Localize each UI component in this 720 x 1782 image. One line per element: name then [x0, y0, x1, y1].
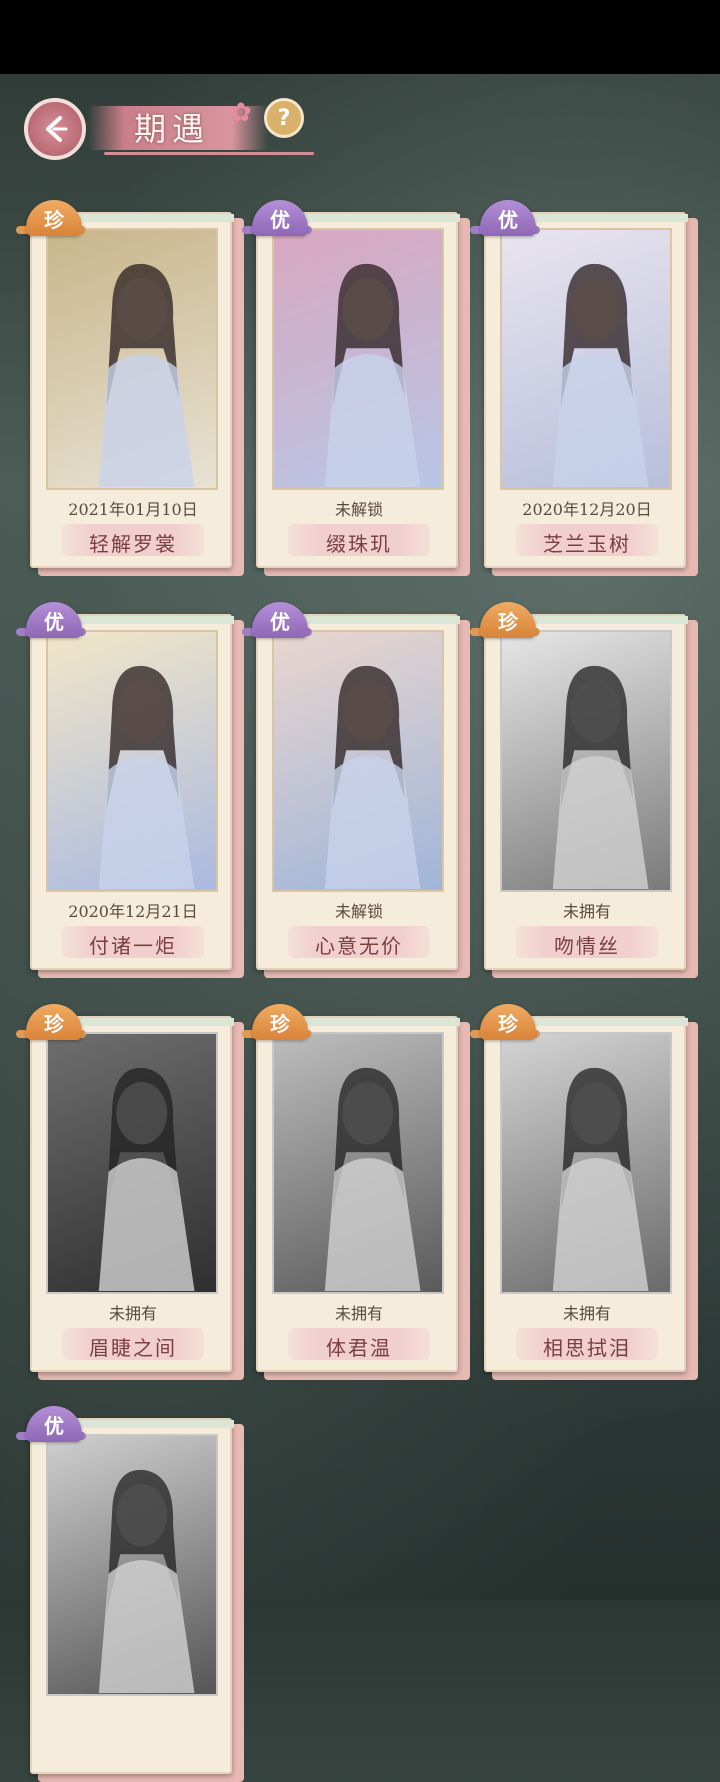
- memory-card[interactable]: 未拥有 眉睫之间珍: [16, 1004, 244, 1380]
- memory-card[interactable]: 未拥有 相思拭泪珍: [470, 1004, 698, 1380]
- rarity-label: 珍: [44, 1012, 64, 1036]
- card-frame: [30, 1418, 234, 1774]
- rarity-badge: 珍: [470, 1004, 546, 1048]
- rarity-badge: 珍: [470, 602, 546, 646]
- card-frame: 未解锁 缀珠玑: [256, 212, 460, 568]
- memory-card[interactable]: 2020年12月21日 付诸一炬优: [16, 602, 244, 978]
- card-artwork: [272, 1032, 444, 1294]
- card-frame: 未拥有 相思拭泪: [484, 1016, 688, 1372]
- card-artwork: [46, 630, 218, 892]
- rarity-badge: 珍: [242, 1004, 318, 1048]
- card-artwork: [272, 228, 444, 490]
- card-status: 未拥有: [108, 1304, 157, 1323]
- character-illustration: [324, 263, 421, 487]
- character-illustration: [324, 665, 421, 889]
- rarity-label: 珍: [44, 208, 64, 232]
- memory-card[interactable]: 未解锁 心意无价优: [242, 602, 470, 978]
- rarity-label: 优: [44, 1414, 64, 1438]
- character-illustration: [98, 263, 195, 487]
- card-artwork: [500, 1032, 672, 1294]
- card-artwork: [500, 228, 672, 490]
- memory-card[interactable]: 优: [16, 1406, 244, 1782]
- title-underline: [104, 152, 314, 155]
- rarity-badge: 优: [470, 200, 546, 244]
- character-illustration: [98, 1469, 195, 1693]
- rarity-label: 珍: [498, 610, 518, 634]
- card-frame: 未拥有 体君温: [256, 1016, 460, 1372]
- back-arrow-icon: [46, 116, 68, 142]
- memory-card[interactable]: 未解锁 缀珠玑优: [242, 200, 470, 576]
- page-title: 期遇: [134, 110, 211, 148]
- rarity-badge: 优: [242, 200, 318, 244]
- status-bar: [0, 0, 720, 74]
- card-name: 轻解罗裳: [89, 532, 177, 556]
- card-name: 眉睫之间: [89, 1336, 177, 1360]
- card-name: 心意无价: [315, 934, 403, 958]
- rarity-label: 优: [270, 208, 290, 232]
- rarity-badge: 优: [242, 602, 318, 646]
- rarity-badge: 优: [16, 1406, 92, 1450]
- header: 期遇 ✿ ?: [24, 96, 314, 162]
- character-illustration: [98, 665, 195, 889]
- memory-card[interactable]: 2021年01月10日 轻解罗裳珍: [16, 200, 244, 576]
- card-frame: 2020年12月20日芝兰玉树: [484, 212, 688, 568]
- card-artwork: [46, 1032, 218, 1294]
- rarity-label: 优: [44, 610, 64, 634]
- card-status: 未解锁: [334, 902, 383, 921]
- card-status: 2020年12月20日: [522, 500, 652, 519]
- rarity-label: 珍: [498, 1012, 518, 1036]
- card-name: 吻情丝: [554, 934, 620, 958]
- character-illustration: [552, 665, 649, 889]
- card-frame: 未拥有 眉睫之间: [30, 1016, 234, 1372]
- memory-card[interactable]: 未拥有 体君温珍: [242, 1004, 470, 1380]
- card-status: 2021年01月10日: [68, 500, 198, 519]
- card-frame: 未拥有 吻情丝: [484, 614, 688, 970]
- character-illustration: [552, 1067, 649, 1291]
- card-artwork: [46, 1434, 218, 1696]
- card-artwork: [272, 630, 444, 892]
- rarity-label: 珍: [270, 1012, 290, 1036]
- rarity-badge: 珍: [16, 200, 92, 244]
- back-button[interactable]: [24, 98, 86, 160]
- card-frame: 未解锁 心意无价: [256, 614, 460, 970]
- card-artwork: [46, 228, 218, 490]
- card-name: 芝兰玉树: [543, 532, 631, 556]
- card-status: 2020年12月21日: [68, 902, 198, 921]
- help-button[interactable]: ?: [264, 98, 304, 138]
- card-name: 相思拭泪: [543, 1336, 631, 1360]
- flower-icon: ✿: [230, 98, 252, 128]
- card-status: 未解锁: [334, 500, 383, 519]
- card-artwork: [500, 630, 672, 892]
- rarity-badge: 优: [16, 602, 92, 646]
- card-name: 缀珠玑: [326, 532, 392, 556]
- character-illustration: [98, 1067, 195, 1291]
- card-status: 未拥有: [562, 902, 611, 921]
- rarity-label: 优: [270, 610, 290, 634]
- card-status: 未拥有: [562, 1304, 611, 1323]
- card-frame: 2020年12月21日付诸一炬: [30, 614, 234, 970]
- card-status: 未拥有: [334, 1304, 383, 1323]
- memory-card[interactable]: 2020年12月20日 芝兰玉树优: [470, 200, 698, 576]
- memory-card[interactable]: 未拥有 吻情丝珍: [470, 602, 698, 978]
- character-illustration: [324, 1067, 421, 1291]
- rarity-label: 优: [498, 208, 518, 232]
- character-illustration: [552, 263, 649, 487]
- rarity-badge: 珍: [16, 1004, 92, 1048]
- card-name: 体君温: [326, 1336, 392, 1360]
- card-name: 付诸一炬: [89, 934, 177, 958]
- card-frame: 2021年01月10日轻解罗裳: [30, 212, 234, 568]
